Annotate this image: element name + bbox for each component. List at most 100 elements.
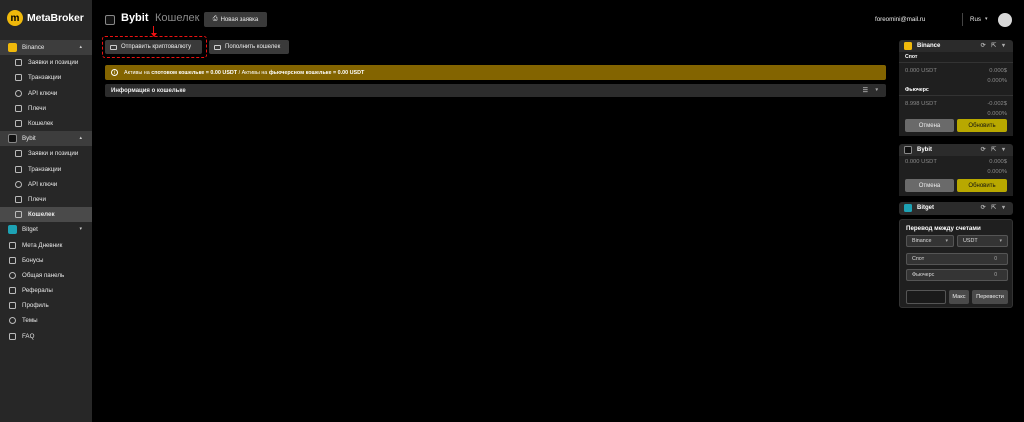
sidebar: m MetaBroker Binance ▴ Заявки и позиции Тра… (0, 0, 92, 422)
sidebar-item[interactable]: Плечи (0, 192, 92, 207)
sidebar-item-label: Кошелек (28, 120, 54, 128)
menu-glyph-icon (14, 195, 22, 203)
menu-item-icon (14, 74, 22, 82)
sidebar-nav: Binance ▴ Заявки и позиции Транзакции API кл… (0, 40, 92, 344)
menu-glyph-icon (14, 165, 22, 173)
sidebar-item[interactable]: Кошелек (0, 116, 92, 131)
sidebar-item-label: Bybit (22, 135, 36, 143)
sidebar-item-label: Бонусы (22, 256, 44, 264)
sidebar-item-label: Binance (22, 44, 45, 52)
sidebar-item[interactable]: Транзакции (0, 162, 92, 177)
menu-item-icon (8, 271, 16, 279)
sidebar-item[interactable]: API ключи (0, 86, 92, 101)
update-button[interactable]: Обновить (957, 179, 1007, 192)
transfer-card: Перевод между счетами Binance ▾ USDT ▾ С… (899, 219, 1013, 308)
chevron-icon[interactable]: ▴ (79, 44, 82, 50)
futures-value: 8.998 USDT (905, 101, 937, 107)
menu-item-icon (8, 302, 16, 310)
filter-icon[interactable]: ☰ (863, 87, 868, 94)
app-root: m MetaBroker Binance ▴ Заявки и позиции Тра… (0, 0, 1024, 422)
annotation-arrow-head (150, 33, 157, 37)
sidebar-item[interactable]: Bitget ▾ (0, 222, 92, 237)
card-tools-icons[interactable]: ⟳ ⇱ ▾ (981, 42, 1007, 49)
sidebar-item[interactable]: Заявки и позиции (0, 55, 92, 70)
menu-glyph-icon (14, 180, 22, 188)
sidebar-item-label: API ключи (28, 180, 58, 188)
binance-card-body: Спот 0.000 USDT 0.000$ 0.000% Фьючерс 8.… (899, 52, 1013, 136)
language-select[interactable]: Rus (970, 16, 981, 23)
chevron-down-icon[interactable]: ▾ (875, 87, 878, 93)
bybit-card: Bybit ⟳ ⇱ ▾ 0.000 USDT 0.000$ 0.000% Отм… (899, 144, 1013, 196)
bybit-card-header: Bybit ⟳ ⇱ ▾ (899, 144, 1013, 156)
card-tools-icons[interactable]: ⟳ ⇱ ▾ (981, 204, 1007, 211)
transfer-title: Перевод между счетами (906, 225, 981, 232)
to-account-select[interactable]: Фьючерс 0 (906, 269, 1008, 281)
sidebar-item[interactable]: Мета Дневник (0, 237, 92, 252)
menu-item-icon (14, 89, 22, 97)
sidebar-item[interactable]: Бонусы (0, 253, 92, 268)
menu-item-icon (14, 104, 22, 112)
sidebar-item[interactable]: Профиль (0, 298, 92, 313)
card-tools-icons[interactable]: ⟳ ⇱ ▾ (981, 146, 1007, 153)
user-email[interactable]: foreomini@mail.ru (875, 16, 925, 23)
menu-glyph-icon (14, 74, 22, 82)
divider (899, 62, 1013, 63)
logo[interactable]: m MetaBroker (7, 10, 84, 26)
chevron-down-icon[interactable]: ▾ (985, 16, 988, 22)
sidebar-item[interactable]: Рефералы (0, 283, 92, 298)
menu-glyph-icon (8, 287, 16, 295)
amount-input[interactable] (906, 290, 946, 304)
sidebar-item[interactable]: Плечи (0, 101, 92, 116)
sidebar-item[interactable]: FAQ (0, 329, 92, 344)
divider (899, 95, 1013, 96)
update-button[interactable]: Обновить (957, 119, 1007, 132)
max-button[interactable]: Макс (949, 290, 969, 304)
sidebar-item[interactable]: Binance ▴ (0, 40, 92, 56)
sidebar-item[interactable]: Заявки и позиции (0, 146, 92, 161)
menu-glyph-icon (14, 104, 22, 112)
sidebar-item[interactable]: Кошелек (0, 207, 92, 223)
cancel-button[interactable]: Отмена (905, 179, 954, 192)
menu-glyph-icon (8, 302, 16, 310)
menu-glyph-icon (8, 256, 16, 264)
from-account-select[interactable]: Спот 0 (906, 253, 1008, 265)
sidebar-item-label: Профиль (22, 302, 49, 310)
bitget-icon (8, 225, 17, 235)
page-title: Bybit (121, 12, 149, 24)
sidebar-item[interactable]: Темы (0, 313, 92, 328)
wallet-info-row[interactable]: Информация о кошельке ☰ ▾ (105, 84, 886, 97)
bybit-icon (8, 134, 17, 144)
bybit-pnl: 0.000$ (989, 159, 1007, 165)
sidebar-item[interactable]: Bybit ▴ (0, 131, 92, 147)
cancel-button[interactable]: Отмена (905, 119, 954, 132)
page-subtitle: Кошелек (155, 12, 200, 24)
new-order-button[interactable]: ⎙ Новая заявка (204, 12, 267, 27)
menu-item-icon (14, 120, 22, 128)
banner-prefix: Активы на (124, 69, 152, 76)
transfer-button[interactable]: Перевести (972, 290, 1008, 304)
sidebar-item-label: API ключи (28, 89, 58, 97)
sidebar-item[interactable]: Общая панель (0, 268, 92, 283)
menu-item-icon (14, 180, 22, 188)
binance-card: Binance ⟳ ⇱ ▾ Спот 0.000 USDT 0.000$ 0.0… (899, 40, 1013, 136)
menu-item-icon (8, 332, 16, 340)
fill-wallet-button[interactable]: Пополнить кошелек (209, 40, 289, 54)
exchange-select[interactable]: Binance ▾ (906, 235, 954, 247)
binance-card-title: Binance (917, 43, 941, 49)
futures-pnl: -0.002$ (987, 101, 1007, 107)
menu-item-icon (14, 165, 22, 173)
new-order-label: Новая заявка (220, 16, 259, 23)
futures-pct: 0.000% (987, 111, 1007, 117)
highlight-box (102, 36, 207, 58)
chevron-icon[interactable]: ▾ (79, 226, 82, 232)
menu-item-icon (8, 287, 16, 295)
bybit-card-title: Bybit (917, 147, 932, 153)
logo-mark-icon: m (7, 10, 23, 26)
chevron-icon[interactable]: ▴ (79, 135, 82, 141)
sidebar-item[interactable]: Транзакции (0, 70, 92, 85)
coin-select[interactable]: USDT ▾ (957, 235, 1008, 247)
avatar[interactable] (998, 13, 1012, 27)
futures-label: Фьючерс (905, 87, 929, 93)
menu-item-icon (8, 256, 16, 264)
sidebar-item[interactable]: API ключи (0, 177, 92, 192)
